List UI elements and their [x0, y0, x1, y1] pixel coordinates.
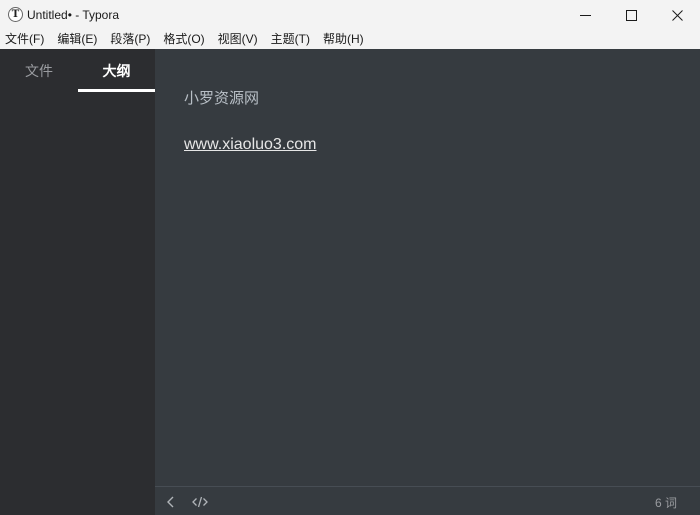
sidebar: 文件 大纲: [0, 49, 155, 515]
minimize-button[interactable]: [562, 0, 608, 30]
word-count[interactable]: 6 词: [655, 494, 677, 511]
menu-themes[interactable]: 主题(T): [270, 30, 311, 49]
tab-files[interactable]: 文件: [0, 49, 78, 93]
close-icon: [671, 9, 683, 21]
source-code-mode-button[interactable]: [189, 494, 211, 510]
menu-view[interactable]: 视图(V): [217, 30, 259, 49]
maximize-icon: [625, 9, 637, 21]
close-button[interactable]: [654, 0, 700, 30]
minimize-icon: [579, 14, 591, 16]
maximize-button[interactable]: [608, 0, 654, 30]
code-icon: [192, 496, 208, 508]
menu-bar: 文件(F) 编辑(E) 段落(P) 格式(O) 视图(V) 主题(T) 帮助(H…: [0, 30, 700, 49]
menu-paragraph[interactable]: 段落(P): [109, 30, 151, 49]
menu-help[interactable]: 帮助(H): [322, 30, 365, 49]
menu-format[interactable]: 格式(O): [162, 30, 205, 49]
tab-outline[interactable]: 大纲: [78, 49, 155, 93]
menu-file[interactable]: 文件(F): [4, 30, 45, 49]
editor-link[interactable]: www.xiaoluo3.com: [184, 136, 317, 154]
title-bar: T Untitled• - Typora: [0, 0, 700, 30]
menu-edit[interactable]: 编辑(E): [56, 30, 98, 49]
window-title: Untitled• - Typora: [27, 8, 120, 22]
toggle-sidebar-button[interactable]: [163, 494, 179, 510]
status-bar: 6 词: [155, 486, 700, 515]
editor-area[interactable]: 小罗资源网 www.xiaoluo3.com: [155, 49, 700, 486]
sidebar-tabs: 文件 大纲: [0, 49, 155, 93]
chevron-left-icon: [167, 496, 174, 508]
active-tab-indicator: [78, 89, 155, 92]
editor-paragraph[interactable]: 小罗资源网: [184, 87, 259, 108]
typora-app-icon: T: [8, 7, 23, 22]
